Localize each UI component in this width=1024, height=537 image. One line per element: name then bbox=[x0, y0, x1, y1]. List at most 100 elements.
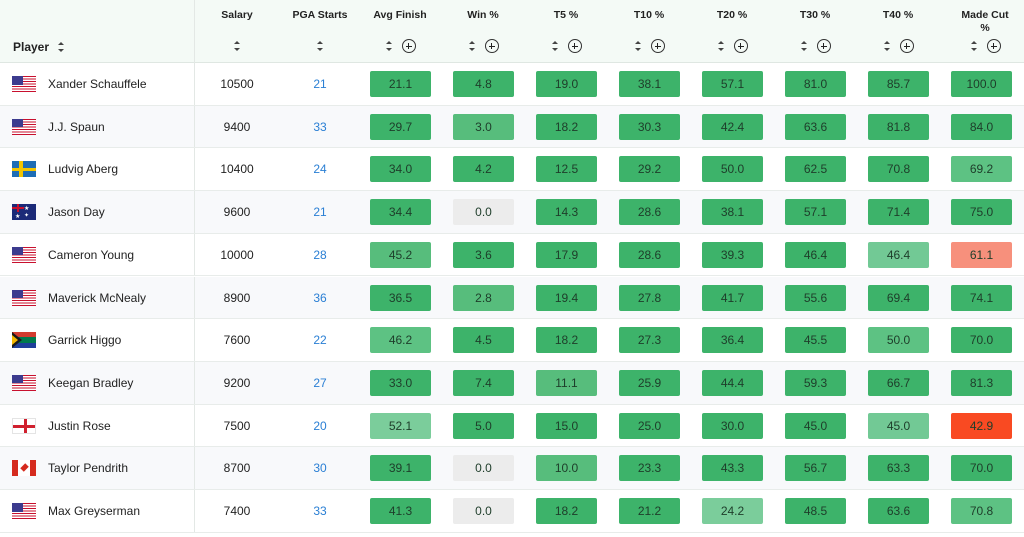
stat-cell-avg-finish: 39.1 bbox=[370, 455, 431, 482]
stat-cell-avg-finish: 34.0 bbox=[370, 156, 431, 183]
player-cell: Garrick Higgo bbox=[0, 319, 195, 361]
player-cell: Maverick McNealy bbox=[0, 276, 195, 319]
table-row[interactable]: Garrick Higgo 7600 22 46.2 4.5 18.2 27.3 36.4 45… bbox=[0, 319, 1024, 362]
stat-cell-made-cut: 69.2 bbox=[951, 156, 1012, 183]
stat-cell-t30: 81.0 bbox=[785, 71, 846, 97]
stat-cell-t40: 50.0 bbox=[868, 327, 929, 354]
player-cell: J.J. Spaun bbox=[0, 105, 195, 148]
player-name[interactable]: Taylor Pendrith bbox=[48, 461, 128, 475]
sort-icon[interactable] bbox=[468, 41, 476, 51]
sort-icon[interactable] bbox=[57, 42, 65, 52]
pga-starts-link[interactable]: 27 bbox=[278, 376, 362, 390]
player-cell: Ludvig Aberg bbox=[0, 148, 195, 191]
add-filter-icon[interactable] bbox=[986, 39, 1001, 53]
player-name[interactable]: J.J. Spaun bbox=[48, 120, 105, 134]
table-row[interactable]: Taylor Pendrith 8700 30 39.1 0.0 10.0 23.3 43.3… bbox=[0, 447, 1024, 490]
player-name[interactable]: Garrick Higgo bbox=[48, 333, 121, 347]
pga-starts-link[interactable]: 36 bbox=[278, 291, 362, 305]
column-header-label: T5 % bbox=[553, 9, 579, 21]
column-header-t30[interactable]: T30 % bbox=[775, 0, 855, 63]
table-row[interactable]: Xander Schauffele 10500 21 21.1 4.8 19.0 38.1 5… bbox=[0, 63, 1024, 106]
player-name[interactable]: Justin Rose bbox=[48, 419, 111, 433]
sort-icon[interactable] bbox=[717, 41, 725, 51]
sort-icon[interactable] bbox=[551, 41, 559, 51]
add-filter-icon[interactable] bbox=[484, 39, 499, 53]
sort-icon[interactable] bbox=[233, 41, 241, 51]
stat-cell-made-cut: 81.3 bbox=[951, 369, 1012, 396]
player-cell: Keegan Bradley bbox=[0, 361, 195, 404]
player-name[interactable]: Ludvig Aberg bbox=[48, 162, 118, 176]
add-filter-icon[interactable] bbox=[650, 39, 665, 53]
stat-cell-t40: 71.4 bbox=[868, 199, 929, 226]
pga-starts-link[interactable]: 21 bbox=[278, 77, 362, 91]
sort-icon[interactable] bbox=[634, 41, 642, 51]
player-name[interactable]: Max Greyserman bbox=[48, 504, 140, 518]
player-column-header[interactable]: Player bbox=[0, 0, 195, 63]
add-filter-icon[interactable] bbox=[567, 39, 582, 53]
stat-cell-t10: 25.0 bbox=[619, 412, 680, 439]
stat-cell-made-cut: 61.1 bbox=[951, 241, 1012, 268]
stat-cell-t10: 27.8 bbox=[619, 284, 680, 311]
stat-cell-t10: 28.6 bbox=[619, 241, 680, 268]
salary-value: 10500 bbox=[220, 77, 254, 91]
column-header-win[interactable]: Win % bbox=[443, 0, 523, 63]
player-name[interactable]: Xander Schauffele bbox=[48, 77, 147, 91]
player-stats-table: Player Salary PGA Starts Avg Finish Win % T5… bbox=[0, 0, 1024, 537]
salary-value: 8900 bbox=[223, 290, 251, 305]
stat-cell-made-cut: 84.0 bbox=[951, 113, 1012, 140]
column-header-salary[interactable]: Salary bbox=[197, 0, 277, 63]
stat-cell-t5: 12.5 bbox=[536, 156, 597, 183]
sort-icon[interactable] bbox=[316, 41, 324, 51]
table-row[interactable]: Cameron Young 10000 28 45.2 3.6 17.9 28.6 39.3 4… bbox=[0, 233, 1024, 277]
stat-cell-avg-finish: 46.2 bbox=[370, 327, 431, 354]
stat-cell-t30: 59.3 bbox=[785, 369, 846, 396]
stat-cell-t5: 11.1 bbox=[536, 369, 597, 396]
column-header-t40[interactable]: T40 % bbox=[858, 0, 938, 63]
sort-icon[interactable] bbox=[800, 41, 808, 51]
pga-starts-link[interactable]: 33 bbox=[278, 120, 362, 134]
column-header-pga-starts[interactable]: PGA Starts bbox=[280, 0, 360, 63]
player-name[interactable]: Maverick McNealy bbox=[48, 291, 146, 305]
table-row[interactable]: Justin Rose 7500 20 52.1 5.0 15.0 25.0 30.0 45.0… bbox=[0, 404, 1024, 448]
column-header-t20[interactable]: T20 % bbox=[692, 0, 772, 63]
stat-cell-made-cut: 75.0 bbox=[951, 199, 1012, 226]
pga-starts-link[interactable]: 22 bbox=[278, 333, 362, 347]
column-header-avg-finish[interactable]: Avg Finish bbox=[360, 0, 440, 63]
salary-value: 10400 bbox=[220, 162, 254, 177]
sort-icon[interactable] bbox=[385, 41, 393, 51]
stat-cell-t40: 81.8 bbox=[868, 113, 929, 140]
pga-starts-link[interactable]: 20 bbox=[278, 419, 362, 433]
stat-cell-avg-finish: 29.7 bbox=[370, 113, 431, 140]
add-filter-icon[interactable] bbox=[401, 39, 416, 53]
pga-starts-link[interactable]: 33 bbox=[278, 504, 362, 518]
stat-cell-t40: 46.4 bbox=[868, 241, 929, 268]
player-cell: Taylor Pendrith bbox=[0, 447, 195, 489]
player-name[interactable]: Keegan Bradley bbox=[48, 376, 133, 390]
table-row[interactable]: Maverick McNealy 8900 36 36.5 2.8 19.4 27.8 41.… bbox=[0, 276, 1024, 320]
column-header-t10[interactable]: T10 % bbox=[609, 0, 689, 63]
table-row[interactable]: Max Greyserman 7400 33 41.3 0.0 18.2 21.2 24.2 4… bbox=[0, 490, 1024, 533]
add-filter-icon[interactable] bbox=[733, 39, 748, 53]
table-row[interactable]: Keegan Bradley 9200 27 33.0 7.4 11.1 25.9 44.4 5… bbox=[0, 361, 1024, 405]
stat-cell-made-cut: 74.1 bbox=[951, 284, 1012, 311]
sort-icon[interactable] bbox=[883, 41, 891, 51]
column-header-t5[interactable]: T5 % bbox=[526, 0, 606, 63]
player-name[interactable]: Cameron Young bbox=[48, 248, 134, 262]
player-cell: Max Greyserman bbox=[0, 490, 195, 532]
add-filter-icon[interactable] bbox=[899, 39, 914, 53]
add-filter-icon[interactable] bbox=[816, 39, 831, 53]
pga-starts-link[interactable]: 21 bbox=[278, 205, 362, 219]
us-flag-icon bbox=[12, 289, 36, 306]
column-header-label: T40 % bbox=[882, 9, 914, 21]
player-name[interactable]: Jason Day bbox=[48, 205, 105, 219]
pga-starts-link[interactable]: 24 bbox=[278, 162, 362, 176]
pga-starts-link[interactable]: 28 bbox=[278, 248, 362, 262]
table-row[interactable]: J.J. Spaun 9400 33 29.7 3.0 18.2 30.3 42.4 63.6 8… bbox=[0, 105, 1024, 149]
pga-starts-link[interactable]: 30 bbox=[278, 461, 362, 475]
table-row[interactable]: Ludvig Aberg 10400 24 34.0 4.2 12.5 29.2 50.0 62… bbox=[0, 148, 1024, 192]
table-row[interactable]: ★ Jason Day 9600 21 34.4 0.0 14.3 28.6 38.1 57.1 7… bbox=[0, 191, 1024, 234]
sort-icon[interactable] bbox=[970, 41, 978, 51]
column-header-made-cut[interactable]: Made Cut % bbox=[945, 0, 1024, 63]
stat-cell-avg-finish: 34.4 bbox=[370, 199, 431, 226]
us-flag-icon bbox=[12, 76, 36, 92]
